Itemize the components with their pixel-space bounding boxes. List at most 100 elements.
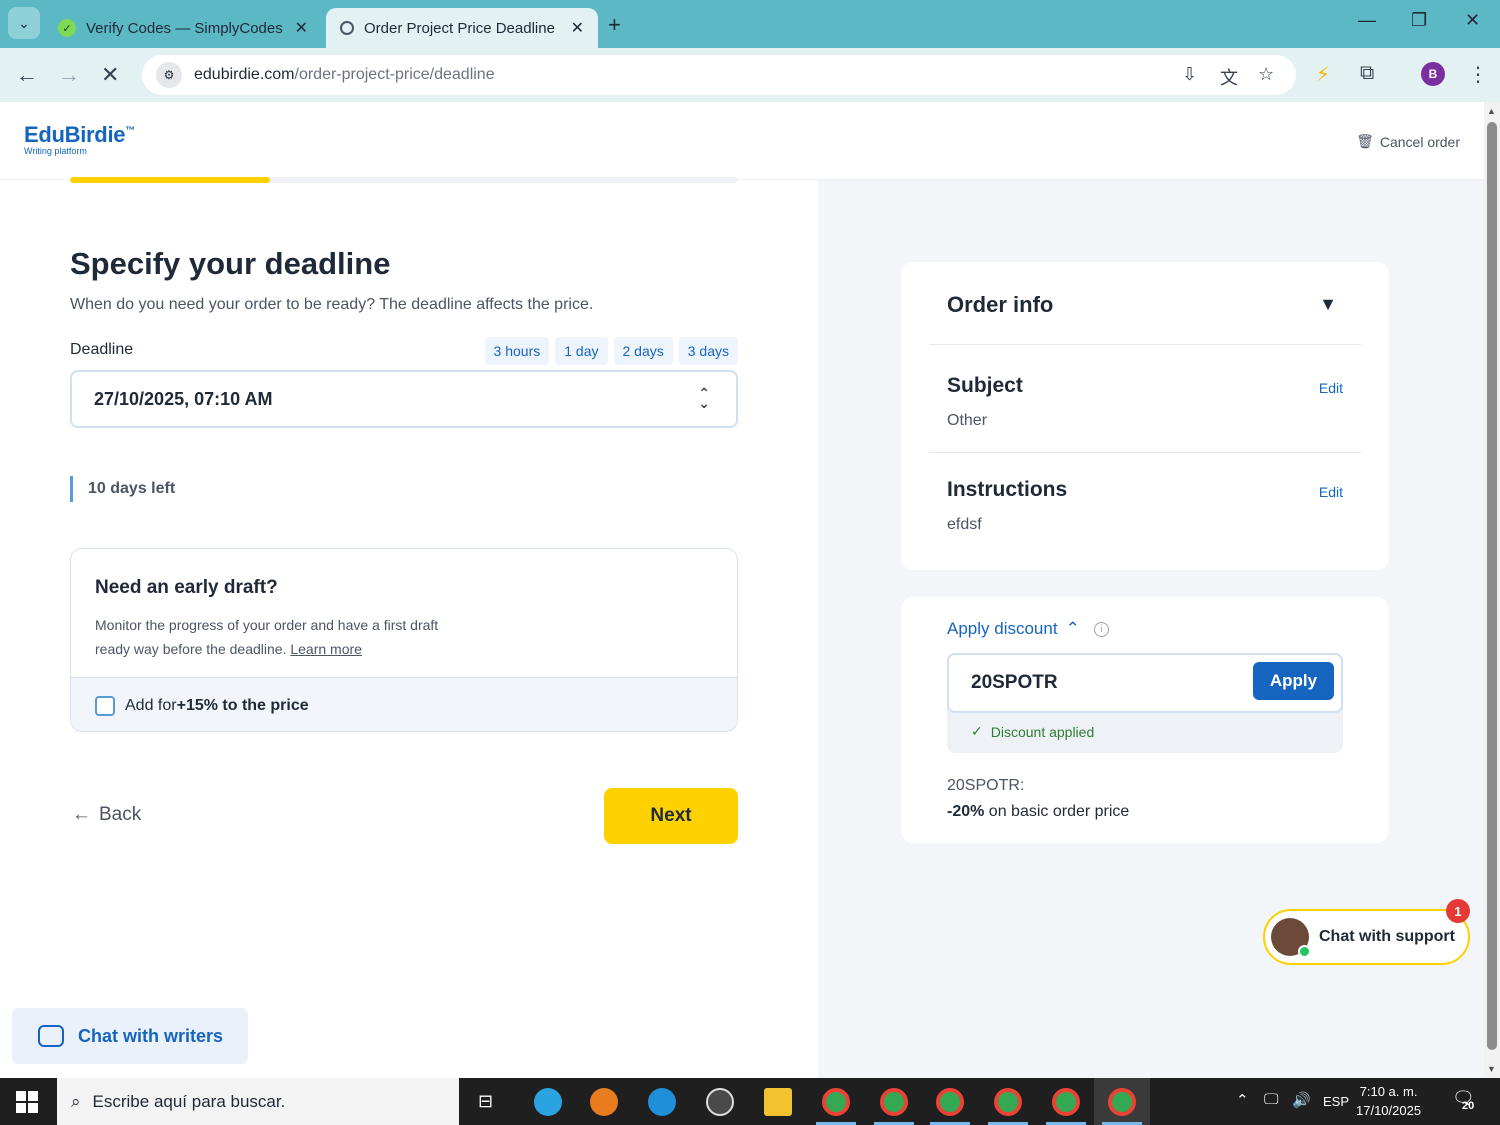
window-close-icon[interactable]: ✕ <box>1465 10 1480 31</box>
install-app-icon[interactable]: ⇩ <box>1182 64 1197 85</box>
online-status-icon <box>1298 945 1311 958</box>
promo-code-label: 20SPOTR: <box>947 777 1025 794</box>
loading-favicon-icon <box>340 21 354 35</box>
stop-loading-icon[interactable]: ✕ <box>101 62 119 88</box>
discount-card: Apply discount ⌃ i 20SPOTR Apply ✓ Disco… <box>901 597 1389 843</box>
order-progress-bar <box>70 177 738 183</box>
chrome-profile-icon[interactable] <box>936 1088 964 1116</box>
info-icon[interactable]: i <box>1093 621 1109 637</box>
url-text[interactable]: edubirdie.com/order-project-price/deadli… <box>194 66 495 84</box>
support-agent-avatar <box>1271 918 1311 958</box>
extensions-puzzle-icon[interactable]: ⧉ <box>1360 62 1374 85</box>
browser-tabstrip: ⌄ ✓ Verify Codes — SimplyCodes ✕ Order P… <box>0 0 1500 48</box>
edge-icon[interactable] <box>648 1088 676 1116</box>
order-info-card: Order info ▼ Subject Edit Other Instruct… <box>901 262 1389 570</box>
chrome-profile-icon[interactable] <box>880 1088 908 1116</box>
address-bar[interactable]: ⚙ edubirdie.com/order-project-price/dead… <box>142 55 1296 95</box>
chat-bubble-icon <box>38 1025 64 1047</box>
arrow-left-icon: ← <box>72 804 91 825</box>
chevron-down-icon: ⌄ <box>18 14 30 31</box>
search-icon: ⌕ <box>71 1091 81 1111</box>
tab-title: Order Project Price Deadline <box>364 19 555 37</box>
forward-arrow-icon[interactable]: → <box>58 62 80 88</box>
extension-lightning-icon[interactable]: ⚡ <box>1316 62 1330 87</box>
page: EduBirdie™ Writing platform 🗑 Cancel ord… <box>0 102 1484 1078</box>
instructions-title: Instructions <box>947 478 1068 501</box>
chat-with-support-button[interactable]: Chat with support <box>1263 909 1470 965</box>
media-player-icon[interactable] <box>706 1088 734 1116</box>
translate-icon[interactable]: 文 <box>1220 64 1238 90</box>
early-draft-description: Monitor the progress of your order and h… <box>95 617 439 657</box>
early-draft-title: Need an early draft? <box>95 577 278 598</box>
site-settings-icon[interactable]: ⚙ <box>156 62 182 88</box>
page-scrollbar[interactable]: ▲ ▼ <box>1484 102 1500 1078</box>
new-tab-plus-icon[interactable]: + <box>608 12 621 38</box>
chrome-profile-icon[interactable] <box>1052 1088 1080 1116</box>
divider <box>929 344 1361 345</box>
bookmark-star-icon[interactable]: ☆ <box>1258 64 1274 85</box>
next-button[interactable]: Next <box>604 788 738 844</box>
close-tab-icon[interactable]: ✕ <box>571 18 584 38</box>
option-2-days[interactable]: 2 days <box>613 337 673 365</box>
back-button[interactable]: ← Back <box>72 804 141 826</box>
taskbar-search-box[interactable]: ⌕ Escribe aquí para buscar. <box>57 1078 459 1125</box>
windows-start-icon[interactable] <box>16 1091 38 1113</box>
telegram-icon[interactable] <box>534 1088 562 1116</box>
browser-menu-icon[interactable]: ⋮ <box>1468 62 1488 87</box>
restore-icon[interactable]: ❐ <box>1411 10 1427 31</box>
cancel-order-button[interactable]: 🗑 Cancel order <box>1356 133 1460 150</box>
option-3-days[interactable]: 3 days <box>678 337 738 365</box>
chrome-profile-icon[interactable] <box>822 1088 850 1116</box>
days-left-indicator: 10 days left <box>70 476 175 502</box>
up-down-chevron-icon[interactable]: ⌃ ⌄ <box>698 386 710 410</box>
back-arrow-icon[interactable]: ← <box>16 62 38 88</box>
close-tab-icon[interactable]: ✕ <box>295 18 308 38</box>
fl-studio-icon[interactable] <box>590 1088 618 1116</box>
deadline-label: Deadline <box>70 341 134 358</box>
taskbar-clock[interactable]: 7:10 a. m. 17/10/2025 <box>1356 1082 1421 1120</box>
chat-with-writers-button[interactable]: Chat with writers <box>12 1008 248 1064</box>
edit-instructions-link[interactable]: Edit <box>1319 484 1343 500</box>
edit-subject-link[interactable]: Edit <box>1319 380 1343 396</box>
tab-title: Verify Codes — SimplyCodes <box>86 19 283 37</box>
early-draft-option[interactable]: Add for +15% to the price <box>71 677 737 731</box>
language-indicator[interactable]: ESP <box>1323 1094 1349 1109</box>
option-3-hours[interactable]: 3 hours <box>484 337 550 365</box>
minimize-icon[interactable]: — <box>1358 10 1376 31</box>
early-draft-card: Need an early draft? Monitor the progres… <box>70 548 738 732</box>
deadline-datetime-input[interactable]: 27/10/2025, 07:10 AM ⌃ ⌄ <box>70 370 738 428</box>
option-1-day[interactable]: 1 day <box>555 337 608 365</box>
tab-order-deadline[interactable]: Order Project Price Deadline ✕ <box>326 8 598 48</box>
tray-chevron-up-icon[interactable]: ⌃ <box>1236 1091 1249 1109</box>
network-icon[interactable]: 🖵 <box>1264 1091 1278 1108</box>
apply-discount-toggle[interactable]: Apply discount ⌃ i <box>947 619 1109 639</box>
volume-icon[interactable]: 🔊 <box>1292 1091 1311 1109</box>
chrome-active-icon[interactable] <box>1108 1088 1136 1116</box>
scroll-up-icon[interactable]: ▲ <box>1487 106 1496 116</box>
page-subtitle: When do you need your order to be ready?… <box>70 296 594 313</box>
task-view-icon[interactable]: ⊟ <box>478 1091 493 1112</box>
scroll-down-icon[interactable]: ▼ <box>1487 1064 1496 1074</box>
tab-search-button[interactable]: ⌄ <box>8 7 40 39</box>
page-title: Specify your deadline <box>70 246 391 281</box>
tab-verify-codes[interactable]: ✓ Verify Codes — SimplyCodes ✕ <box>44 8 322 48</box>
file-explorer-icon[interactable] <box>764 1088 792 1116</box>
collapse-caret-icon[interactable]: ▼ <box>1319 294 1337 315</box>
learn-more-link[interactable]: Learn more <box>290 641 362 657</box>
subject-title: Subject <box>947 374 1023 397</box>
notification-count: 20 <box>1462 1100 1475 1112</box>
discount-status: ✓ Discount applied <box>971 723 1095 740</box>
promo-description: -20% on basic order price <box>947 803 1130 820</box>
progress-fill <box>70 177 271 183</box>
site-header: EduBirdie™ Writing platform 🗑 Cancel ord… <box>0 102 1484 180</box>
apply-discount-button[interactable]: Apply <box>1253 662 1334 700</box>
profile-avatar[interactable]: B <box>1421 62 1445 86</box>
edubirdie-logo[interactable]: EduBirdie™ Writing platform <box>24 122 135 156</box>
chrome-profile-icon[interactable] <box>994 1088 1022 1116</box>
scrollbar-thumb[interactable] <box>1487 122 1497 1050</box>
notification-badge: 1 <box>1446 899 1470 923</box>
checkmark-icon: ✓ <box>971 723 983 739</box>
divider <box>929 452 1361 453</box>
chevron-up-icon: ⌃ <box>1065 619 1080 638</box>
early-draft-checkbox[interactable] <box>95 695 115 716</box>
